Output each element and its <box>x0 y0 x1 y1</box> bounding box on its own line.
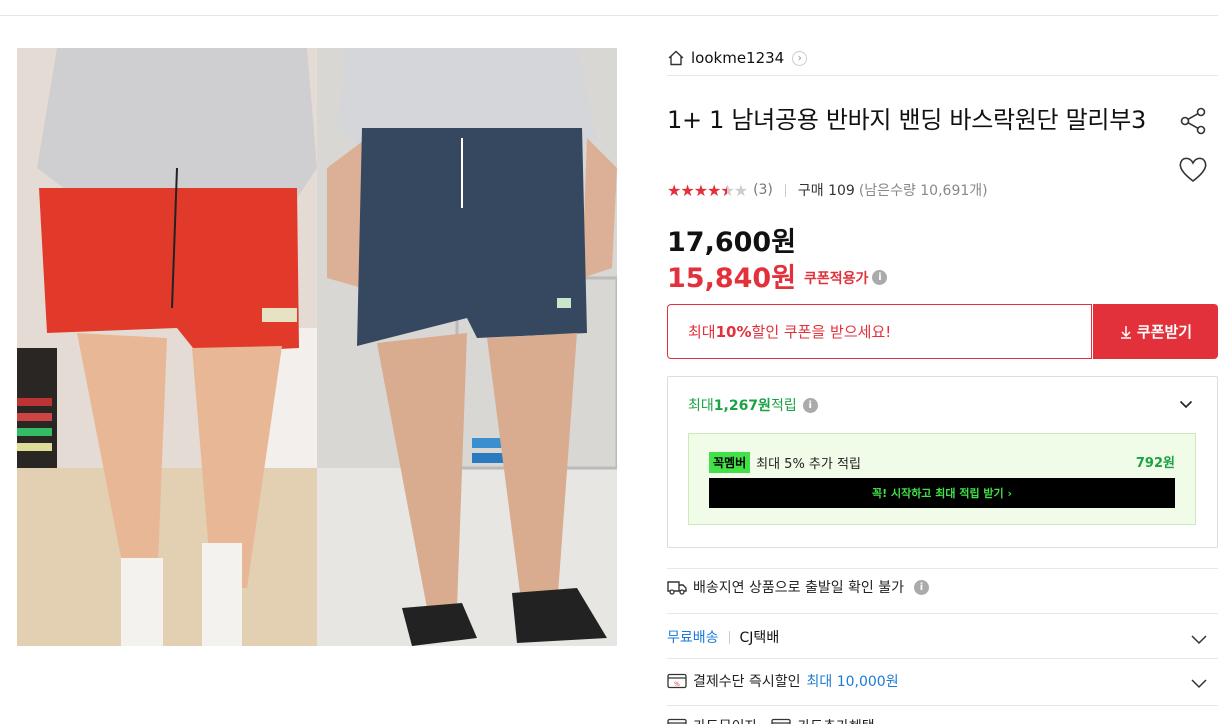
sale-price-row: 15,840원 쿠폰적용가 i <box>667 256 888 295</box>
card-installment-label: 카드무이자 <box>693 716 757 724</box>
shipping-method-row[interactable]: 무료배송 CJ택배 <box>667 627 779 647</box>
seller-divider <box>667 75 1218 76</box>
download-icon <box>1120 325 1131 339</box>
coupon-price-label: 쿠폰적용가 <box>804 270 869 287</box>
star-icon: ★ <box>667 180 681 200</box>
card-extra-benefit-label: 카드추가혜택 <box>797 716 874 724</box>
carrier-name: CJ택배 <box>739 630 780 646</box>
product-photo-illustration <box>17 48 617 646</box>
free-shipping-label: 무료배송 <box>667 630 719 646</box>
card-benefit-row[interactable]: 카드무이자 카드추가혜택 <box>667 716 875 724</box>
info-icon[interactable]: i <box>872 270 888 285</box>
star-icon: ★ <box>680 180 694 200</box>
member-benefit-amount: 792원 <box>1135 456 1175 471</box>
member-benefit-line: 꼭멤버 최대 5% 추가 적립 <box>709 452 861 473</box>
seller-link[interactable]: lookme1234 › <box>667 46 808 70</box>
coupon-text-pre: 최대 <box>688 323 716 341</box>
get-coupon-button[interactable]: 쿠폰받기 <box>1093 304 1218 359</box>
coupon-banner[interactable]: 최대 10% 할인 쿠폰을 받으세요! <box>667 304 1092 359</box>
get-coupon-label: 쿠폰받기 <box>1136 323 1193 341</box>
info-icon[interactable]: i <box>802 397 818 413</box>
points-panel: 최대 1,267원 적립 i 꼭멤버 최대 5% 추가 적립 792원 꼭! 시… <box>667 376 1218 548</box>
payment-discount-amount: 최대 10,000원 <box>806 674 899 690</box>
points-amount: 1,267원 <box>713 398 771 414</box>
card-icon <box>667 718 687 724</box>
star-icon: ★ <box>707 180 721 200</box>
chevron-right-icon: › <box>792 50 808 66</box>
coupon-text-post: 할인 쿠폰을 받으세요! <box>751 323 892 341</box>
home-icon <box>668 50 684 66</box>
divider <box>784 183 786 197</box>
chevron-down-icon[interactable] <box>1190 674 1208 692</box>
points-text-pre: 최대 <box>688 398 714 414</box>
payment-discount-row[interactable]: % 결제수단 즉시할인 최대 10,000원 <box>667 671 899 691</box>
rating-row: ★ ★ ★ ★ ★ ★ (3) 구매 109 (남은수량 10,691개) <box>667 180 988 200</box>
member-signup-button[interactable]: 꼭! 시작하고 최대 적립 받기 › <box>709 478 1175 508</box>
sold-count: 구매 109 <box>797 183 855 199</box>
divider <box>667 658 1218 659</box>
points-summary[interactable]: 최대 1,267원 적립 i <box>688 395 818 415</box>
svg-text:%: % <box>674 681 680 688</box>
remaining-stock: (남은수량 10,691개) <box>858 183 988 199</box>
product-title: 1+ 1 남녀공용 반바지 밴딩 바스락원단 말리부3 <box>667 106 1146 134</box>
member-benefit-box: 꼭멤버 최대 5% 추가 적립 792원 꼭! 시작하고 최대 적립 받기 › <box>688 433 1196 525</box>
divider <box>667 705 1218 706</box>
share-icon[interactable] <box>1177 106 1209 136</box>
payment-discount-label: 결제수단 즉시할인 <box>693 674 801 690</box>
product-image[interactable] <box>17 48 617 646</box>
points-text-post: 적립 <box>770 398 797 414</box>
star-icon: ★ <box>693 180 708 200</box>
divider <box>728 630 730 644</box>
coupon-percent: 10% <box>715 322 752 341</box>
heart-icon[interactable] <box>1177 154 1209 184</box>
star-empty-icon: ★ <box>733 180 748 200</box>
rating-stars[interactable]: ★ ★ ★ ★ ★ ★ <box>667 180 748 200</box>
info-icon[interactable]: i <box>914 579 929 595</box>
review-count[interactable]: (3) <box>753 182 773 198</box>
chevron-down-icon[interactable] <box>1179 397 1193 411</box>
member-benefit-text: 최대 5% 추가 적립 <box>756 457 861 472</box>
sale-price: 15,840원 <box>667 263 797 294</box>
card-icon <box>771 718 792 724</box>
shipping-delay-text: 배송지연 상품으로 출발일 확인 불가 <box>693 580 904 596</box>
divider <box>667 568 1218 569</box>
truck-icon <box>667 581 687 595</box>
divider <box>667 613 1218 614</box>
member-badge: 꼭멤버 <box>709 452 751 473</box>
card-discount-icon: % <box>667 673 687 689</box>
original-price: 17,600원 <box>667 227 797 258</box>
top-divider <box>0 15 1218 16</box>
shipping-delay-row: 배송지연 상품으로 출발일 확인 불가 i <box>667 577 929 597</box>
chevron-down-icon[interactable] <box>1190 630 1208 648</box>
seller-name: lookme1234 <box>691 49 785 67</box>
star-half-icon: ★ <box>720 180 734 200</box>
